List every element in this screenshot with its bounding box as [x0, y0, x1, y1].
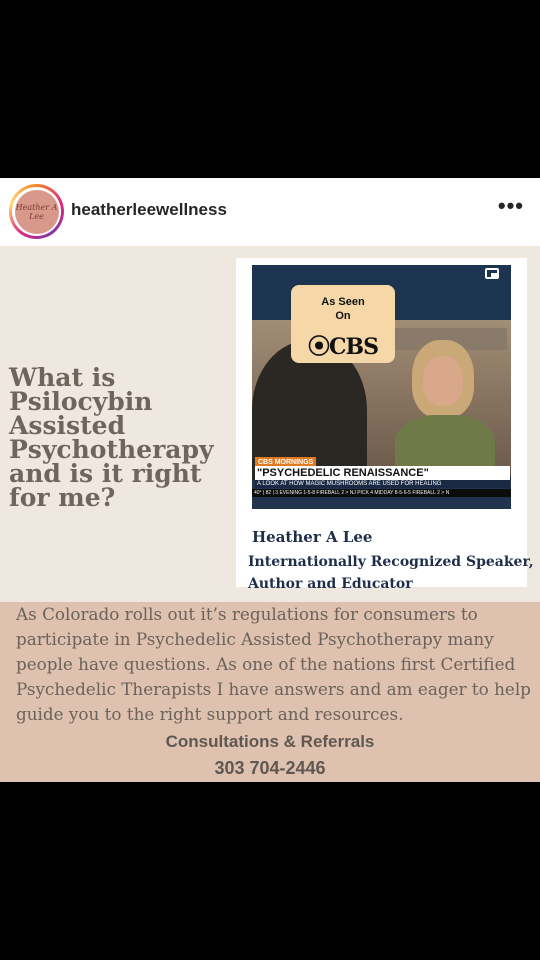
interviewee-face [423, 356, 463, 406]
avatar-logo: Heather A Lee [14, 189, 59, 234]
post-header: Heather A Lee heatherleewellness ••• [0, 178, 540, 246]
chyron-title: "PSYCHEDELIC RENAISSANCE" [255, 466, 510, 480]
card-title: Internationally Recognized Speaker, Auth… [248, 551, 534, 595]
cbs-logo: ⦿CBS [308, 334, 379, 360]
badge-line-2: On [335, 310, 351, 322]
media-card: As Seen On ⦿CBS CBS MORNINGS "PSYCHEDELI… [236, 258, 534, 592]
as-seen-on-badge: As Seen On ⦿CBS [291, 285, 395, 363]
more-horizontal-icon[interactable]: ••• [498, 195, 524, 217]
phone-number[interactable]: 303 704-2446 [0, 758, 540, 779]
card-name: Heather A Lee [252, 528, 373, 546]
profile-avatar[interactable]: Heather A Lee [9, 184, 64, 239]
post-image: What is Psilocybin Assisted Psychotherap… [0, 246, 540, 782]
avatar-border: Heather A Lee [12, 187, 61, 236]
picture-in-picture-icon[interactable] [485, 268, 499, 279]
cta-label: Consultations & Referrals [165, 732, 375, 751]
body-text: As Colorado rolls out it’s regulations f… [16, 604, 531, 724]
video-still[interactable]: As Seen On ⦿CBS CBS MORNINGS "PSYCHEDELI… [252, 265, 511, 509]
chyron-subtitle: A LOOK AT HOW MAGIC MUSHROOMS ARE USED F… [255, 480, 510, 488]
card-title-line-2: Author and Educator [248, 576, 413, 592]
news-ticker: 40° | 82 | 3 EVENING 1-5-8 FIREBALL 2 > … [252, 489, 511, 497]
info-band: As Colorado rolls out it’s regulations f… [0, 602, 540, 782]
username[interactable]: heatherleewellness [71, 200, 227, 220]
interviewee [390, 340, 500, 485]
badge-line-1: As Seen [321, 296, 365, 308]
headline: What is Psilocybin Assisted Psychotherap… [9, 363, 214, 512]
card-title-line-1: Internationally Recognized Speaker, [248, 554, 534, 570]
